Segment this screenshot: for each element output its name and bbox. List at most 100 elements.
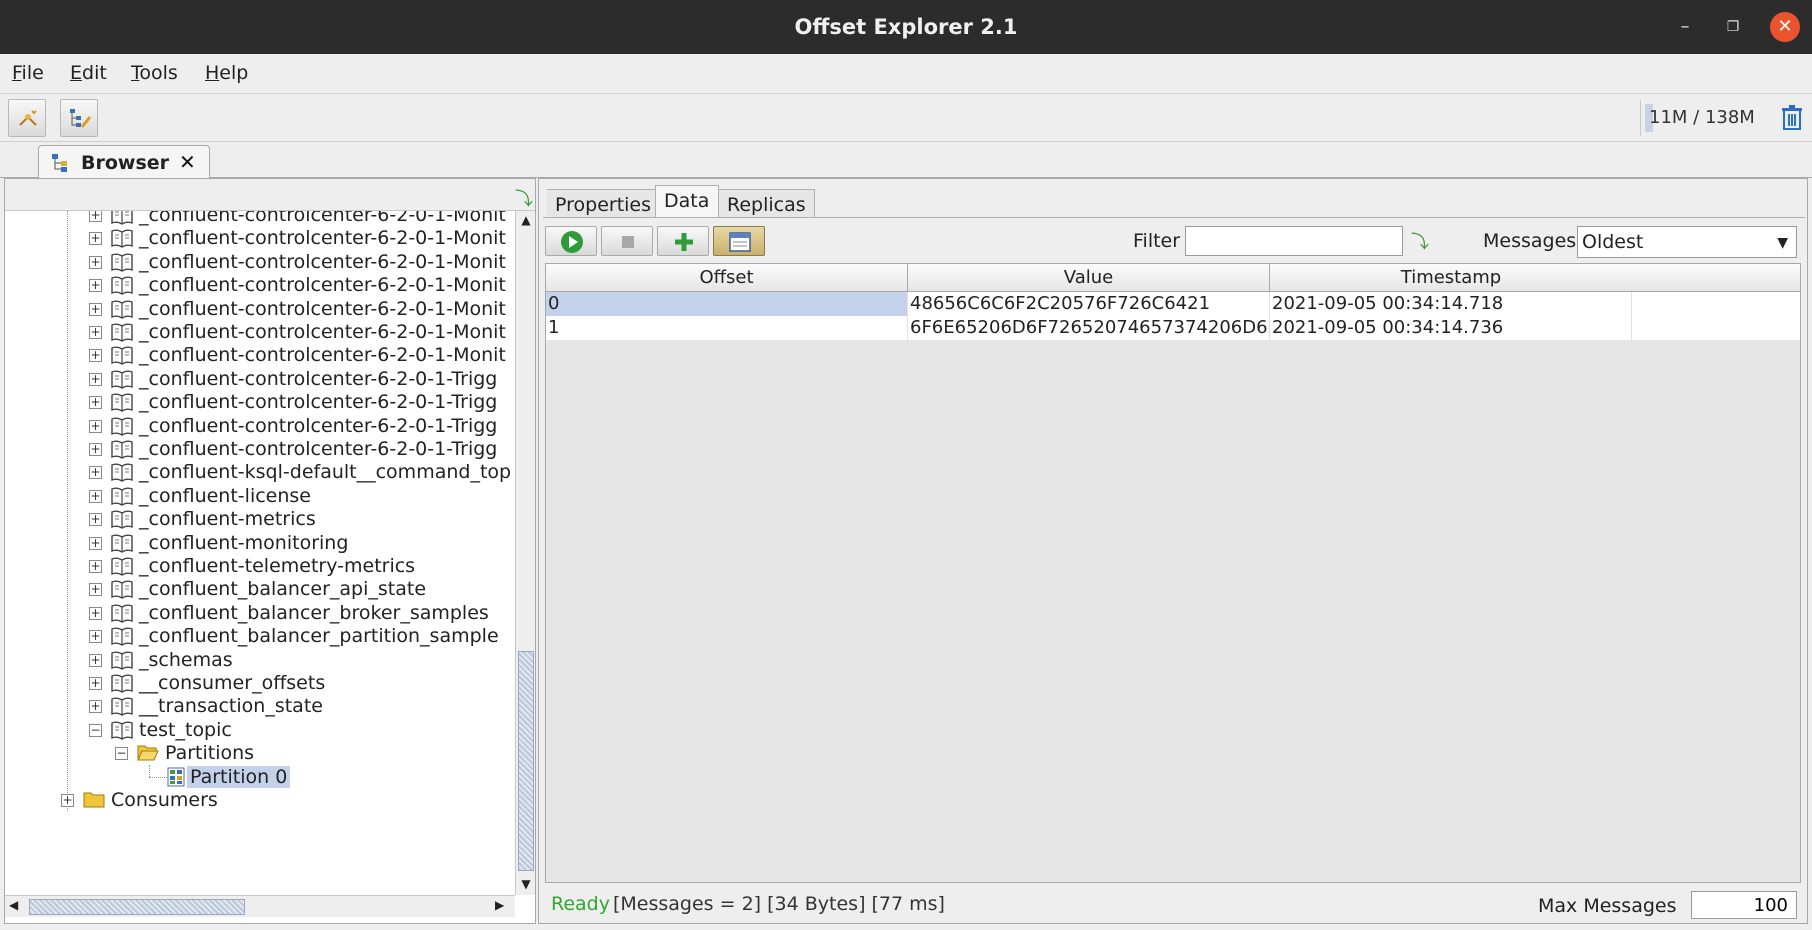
tree-item-partitions-folder[interactable]: − Partitions [115, 741, 415, 767]
add-message-button[interactable] [657, 226, 709, 256]
tree-item-topic[interactable]: − test_topic [89, 718, 515, 744]
tree-item-topic[interactable]: + __transaction_state [89, 694, 515, 720]
scroll-down-icon[interactable]: ▼ [518, 877, 534, 893]
max-messages-input[interactable] [1691, 891, 1797, 919]
messages-select[interactable]: Oldest ▼ [1577, 226, 1797, 258]
cluster-tree[interactable]: + _confluent-controlcenter-6-2-0-1-Monit +… [5, 211, 515, 895]
tree-item-topic[interactable]: + _confluent-controlcenter-6-2-0-1-Monit [89, 343, 515, 369]
expand-icon[interactable]: + [89, 443, 102, 456]
tree-item-topic[interactable]: + _confluent-controlcenter-6-2-0-1-Monit [89, 226, 515, 252]
tab-browser[interactable]: Browser ✕ [38, 145, 210, 179]
table-row[interactable]: 0 48656C6C6F2C20576F726C6421 2021-09-05 … [546, 292, 1800, 316]
messages-table[interactable]: Offset Value Timestamp 0 48656C6C6F2C205… [545, 263, 1801, 883]
tree-item-topic[interactable]: + _confluent-controlcenter-6-2-0-1-Trigg [89, 437, 515, 463]
collapse-icon[interactable]: − [89, 723, 102, 737]
minimize-button[interactable]: – [1670, 12, 1700, 42]
expand-icon[interactable]: + [89, 232, 102, 246]
expand-icon[interactable]: + [89, 560, 102, 573]
expand-icon[interactable]: + [89, 211, 102, 222]
tree-item-topic[interactable]: + _confluent-metrics [89, 507, 515, 533]
tab-data[interactable]: Data [655, 185, 719, 217]
cell-timestamp[interactable]: 2021-09-05 00:34:14.736 [1270, 316, 1632, 340]
table-row[interactable]: 1 6F6E65206D6F72652074657374206D657... 2… [546, 316, 1800, 340]
tree-item-topic[interactable]: + _confluent-telemetry-metrics [89, 554, 515, 580]
tree-item-topic[interactable]: + _confluent_balancer_api_state [89, 577, 515, 603]
garbage-collect-icon[interactable] [1781, 105, 1803, 131]
tree-item-topic[interactable]: + _confluent_balancer_partition_sample [89, 624, 515, 650]
expand-icon[interactable]: + [89, 513, 102, 527]
expand-icon[interactable]: + [89, 677, 102, 690]
expand-icon[interactable]: + [89, 302, 102, 316]
expand-icon[interactable]: + [89, 419, 102, 433]
edit-tree-button[interactable] [60, 99, 98, 137]
tree-item-topic[interactable]: + _confluent_balancer_broker_samples [89, 601, 515, 627]
expand-icon[interactable]: + [89, 372, 102, 386]
topic-book-icon [111, 345, 133, 366]
tree-item-topic[interactable]: + __consumer_offsets [89, 671, 515, 697]
expand-icon[interactable]: + [89, 396, 102, 410]
tree-item-topic[interactable]: + _confluent-controlcenter-6-2-0-1-Monit [89, 273, 515, 299]
cell-value[interactable]: 48656C6C6F2C20576F726C6421 [908, 292, 1270, 316]
tree-item-topic[interactable]: + _confluent-license [89, 484, 515, 510]
scroll-up-icon[interactable]: ▲ [518, 213, 534, 229]
collapse-icon[interactable]: − [115, 747, 128, 761]
tree-item-label: _schemas [139, 648, 233, 671]
cell-timestamp[interactable]: 2021-09-05 00:34:14.718 [1270, 292, 1632, 316]
menu-help[interactable]: Help [205, 62, 248, 84]
expand-icon[interactable]: + [89, 700, 102, 714]
tree-item-topic[interactable]: + _confluent-controlcenter-6-2-0-1-Monit [89, 297, 515, 323]
close-window-button[interactable]: ✕ [1770, 12, 1800, 42]
menu-tools[interactable]: Tools [131, 62, 178, 84]
table-view-icon [729, 232, 751, 252]
tree-item-topic[interactable]: + _confluent-monitoring [89, 531, 515, 557]
expand-icon[interactable]: + [89, 326, 102, 339]
close-tab-icon[interactable]: ✕ [179, 150, 196, 174]
expand-icon[interactable]: + [89, 630, 102, 644]
apply-filter-icon[interactable]: ⤵ [1411, 228, 1429, 254]
scroll-right-icon[interactable]: ▶ [495, 898, 504, 912]
tab-replicas[interactable]: Replicas [719, 189, 815, 217]
expand-icon[interactable]: + [89, 653, 102, 667]
tree-item-topic[interactable]: + _confluent-controlcenter-6-2-0-1-Trigg [89, 390, 515, 416]
column-timestamp[interactable]: Timestamp [1270, 264, 1632, 292]
expand-icon[interactable]: + [89, 466, 102, 480]
filter-input[interactable] [1185, 226, 1403, 256]
expand-icon[interactable]: + [89, 255, 102, 269]
menu-edit[interactable]: Edit [70, 62, 107, 84]
cell-offset[interactable]: 1 [546, 316, 908, 340]
expand-icon[interactable]: + [89, 349, 102, 363]
expand-icon[interactable]: + [89, 583, 102, 597]
tree-item-topic[interactable]: + _schemas [89, 648, 515, 674]
view-toggle-button[interactable] [713, 226, 765, 256]
expand-icon[interactable]: + [89, 489, 102, 503]
toolbar: 11M / 138M [0, 94, 1812, 142]
tree-item-consumers-folder[interactable]: + Consumers [61, 788, 361, 814]
cell-value[interactable]: 6F6E65206D6F72652074657374206D657... [908, 316, 1270, 340]
tree-item-topic[interactable]: + _confluent-controlcenter-6-2-0-1-Monit [89, 250, 515, 276]
tree-vertical-scrollbar[interactable]: ▲ ▼ [515, 211, 535, 895]
tab-properties[interactable]: Properties [547, 189, 657, 217]
tree-item-label: _confluent-controlcenter-6-2-0-1-Trigg [139, 438, 498, 460]
cell-offset[interactable]: 0 [546, 292, 908, 316]
expand-icon[interactable]: + [61, 794, 74, 807]
expand-icon[interactable]: + [89, 606, 102, 620]
maximize-button[interactable]: ❐ [1718, 12, 1748, 42]
refresh-tree-icon[interactable]: ⤵ [515, 185, 533, 211]
column-value[interactable]: Value [908, 264, 1270, 292]
tree-item-partition-0[interactable]: Partition 0 [141, 764, 441, 791]
scroll-left-icon[interactable]: ◀ [9, 898, 18, 912]
expand-icon[interactable]: + [89, 279, 102, 293]
hscroll-thumb[interactable] [29, 899, 245, 915]
stop-button[interactable] [601, 226, 653, 256]
scroll-thumb[interactable] [518, 651, 534, 871]
tree-item-topic[interactable]: + _confluent-ksql-default__command_top [89, 460, 515, 486]
expand-icon[interactable]: + [89, 536, 102, 550]
tree-item-topic[interactable]: + _confluent-controlcenter-6-2-0-1-Trigg [89, 367, 515, 393]
add-cluster-button[interactable] [8, 99, 46, 137]
tree-item-topic[interactable]: + _confluent-controlcenter-6-2-0-1-Monit [89, 320, 515, 346]
tree-horizontal-scrollbar[interactable]: ◀ ▶ [5, 895, 515, 917]
column-offset[interactable]: Offset [546, 264, 908, 292]
menu-file[interactable]: File [12, 62, 44, 84]
tree-item-topic[interactable]: + _confluent-controlcenter-6-2-0-1-Trigg [89, 414, 515, 440]
run-button[interactable] [545, 226, 597, 256]
